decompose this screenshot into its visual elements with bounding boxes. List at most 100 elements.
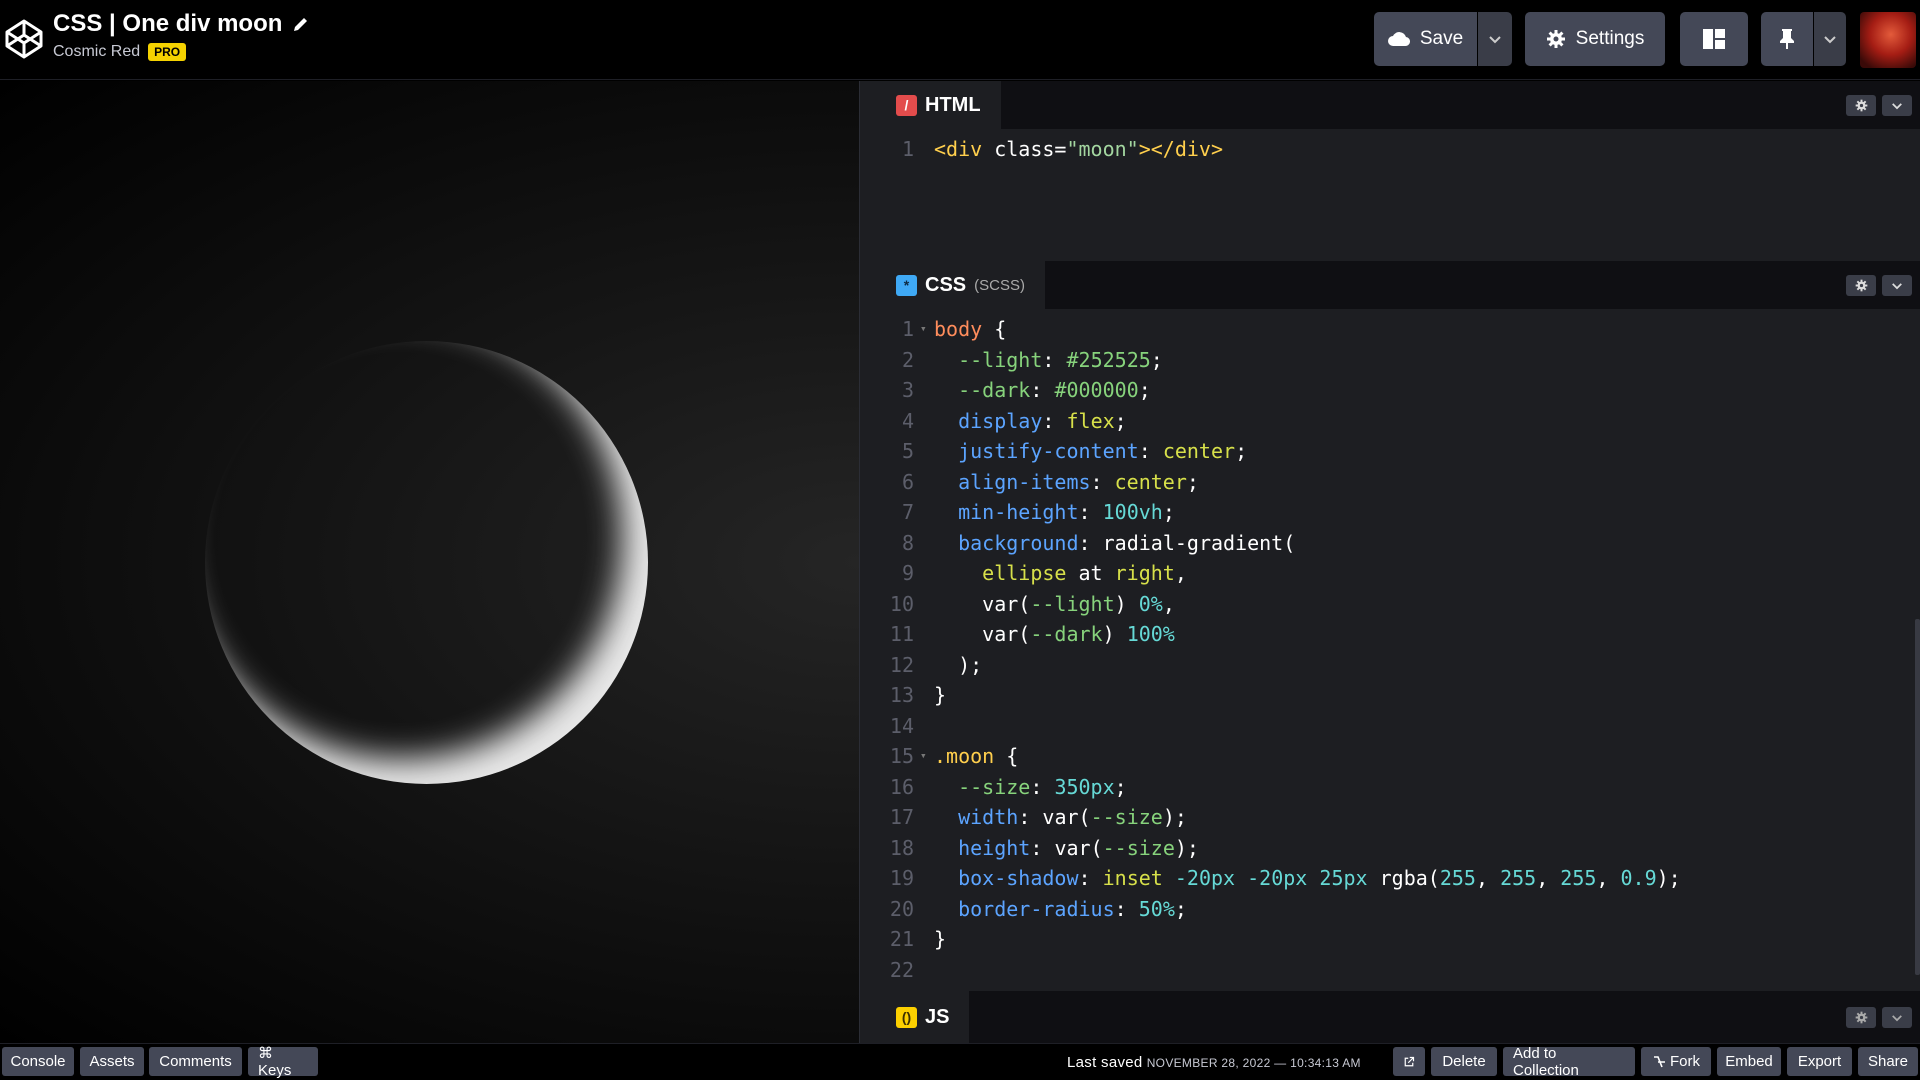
code-line: 8 background: radial-gradient( xyxy=(901,530,1296,555)
js-editor-header: () JS xyxy=(880,991,1920,1043)
code-line: 14 xyxy=(889,713,914,738)
css-collapse-button[interactable] xyxy=(1882,275,1912,296)
js-icon: () xyxy=(896,1006,917,1028)
chevron-down-icon xyxy=(1892,102,1902,109)
pro-badge: PRO xyxy=(148,43,187,61)
codepen-app: CSS | One div moon Cosmic Red PRO Save S… xyxy=(0,0,1920,1080)
html-collapse-button[interactable] xyxy=(1882,95,1912,116)
css-editor[interactable]: * CSS (SCSS) 1 ▾ body { 2 --light: #252525… xyxy=(880,261,1920,991)
js-collapse-button[interactable] xyxy=(1882,1007,1912,1028)
owner-name[interactable]: Cosmic Red xyxy=(53,43,140,61)
code-line: 1 <div class="moon"></div> xyxy=(880,134,1920,165)
css-icon: * xyxy=(896,274,917,296)
code-line: 19 box-shadow: inset -20px -20px 25px rg… xyxy=(889,866,1681,890)
keys-button[interactable]: ⌘ Keys xyxy=(248,1045,318,1079)
css-settings-button[interactable] xyxy=(1846,275,1876,296)
export-button[interactable]: Export xyxy=(1787,1047,1852,1076)
add-to-collection-button[interactable]: Add to Collection xyxy=(1503,1045,1635,1079)
owner-info: Cosmic Red PRO xyxy=(53,43,187,61)
html-tab-label: HTML xyxy=(925,93,981,116)
gear-icon xyxy=(1546,30,1565,48)
html-icon: / xyxy=(896,94,917,116)
html-settings-button[interactable] xyxy=(1846,95,1876,116)
js-editor[interactable]: () JS xyxy=(880,991,1920,1043)
pin-button[interactable] xyxy=(1761,12,1813,66)
pencil-icon[interactable] xyxy=(292,15,310,33)
code-line: 20 border-radius: 50%; xyxy=(889,896,1187,921)
html-editor-header: / HTML xyxy=(880,81,1920,129)
fork-label: Fork xyxy=(1670,1053,1700,1070)
settings-label: Settings xyxy=(1575,28,1645,49)
fold-arrow-icon[interactable]: ▾ xyxy=(920,741,934,772)
fork-icon xyxy=(1654,1055,1665,1067)
resize-gutter[interactable] xyxy=(859,81,880,1043)
html-code[interactable]: 1 <div class="moon"></div> xyxy=(880,129,1920,165)
code-line: 1 ▾ body { xyxy=(880,314,1920,345)
delete-button[interactable]: Delete xyxy=(1431,1047,1497,1076)
tab-css[interactable]: * CSS (SCSS) xyxy=(880,261,1045,309)
fold-arrow-icon[interactable]: ▾ xyxy=(920,314,934,345)
css-scrollbar[interactable] xyxy=(1915,619,1920,975)
pin-options-button[interactable] xyxy=(1814,12,1846,66)
code-line: 21} xyxy=(889,927,947,951)
user-avatar[interactable] xyxy=(1860,12,1916,68)
pin-icon xyxy=(1780,29,1794,49)
html-editor[interactable]: / HTML 1 <div class="moon"></div> xyxy=(880,81,1920,261)
code-line: 17 width: var(--size); xyxy=(889,805,1187,829)
console-button[interactable]: Console xyxy=(2,1047,74,1076)
code-line: 2 --light: #252525; xyxy=(901,347,1163,372)
css-code[interactable]: 1 ▾ body { 2 --light: #252525; 3 --dark: #… xyxy=(880,309,1920,985)
external-link-icon xyxy=(1404,1056,1415,1066)
layout-icon xyxy=(1703,29,1725,49)
code-line: 3 --dark: #000000; xyxy=(901,378,1151,402)
chevron-down-icon xyxy=(1892,282,1902,289)
cloud-icon xyxy=(1387,32,1410,47)
moon-render xyxy=(205,341,648,784)
gear-icon xyxy=(1855,279,1867,292)
css-tab-label: CSS xyxy=(925,273,967,296)
embed-button[interactable]: Embed xyxy=(1717,1047,1781,1076)
footer: Console Assets Comments ⌘ Keys Last save… xyxy=(0,1043,1920,1080)
save-label: Save xyxy=(1419,28,1464,49)
code-line: 5 justify-content: center; xyxy=(901,439,1248,463)
save-button[interactable]: Save xyxy=(1374,12,1477,66)
pen-title-text[interactable]: CSS | One div moon xyxy=(53,10,282,38)
gear-icon xyxy=(1855,1011,1867,1024)
code-line: 7 min-height: 100vh; xyxy=(901,500,1175,524)
js-tab-label: JS xyxy=(925,1005,950,1028)
chevron-down-icon xyxy=(1489,35,1501,43)
codepen-logo-icon[interactable] xyxy=(4,18,44,60)
tab-html[interactable]: / HTML xyxy=(880,81,1001,129)
header: CSS | One div moon Cosmic Red PRO Save S… xyxy=(0,0,1920,80)
last-saved-label: Last saved xyxy=(1067,1054,1143,1071)
gear-icon xyxy=(1855,99,1867,112)
code-line: 13} xyxy=(889,683,947,707)
share-button[interactable]: Share xyxy=(1858,1047,1918,1076)
chevron-down-icon xyxy=(1892,1014,1902,1021)
css-tab-preprocessor: (SCSS) xyxy=(974,276,1025,294)
assets-button[interactable]: Assets xyxy=(80,1047,144,1076)
chevron-down-icon xyxy=(1824,35,1836,43)
code-line: 18 height: var(--size); xyxy=(889,835,1199,860)
change-view-button[interactable] xyxy=(1680,12,1748,66)
tab-js[interactable]: () JS xyxy=(880,991,970,1043)
save-options-button[interactable] xyxy=(1478,12,1512,66)
code-line: 12 ); xyxy=(889,652,983,677)
code-line: 11 var(--dark) 100% xyxy=(889,622,1175,646)
css-editor-header: * CSS (SCSS) xyxy=(880,261,1920,309)
comments-button[interactable]: Comments xyxy=(149,1047,242,1076)
code-line: 6 align-items: center; xyxy=(901,469,1199,494)
result-preview[interactable] xyxy=(0,81,859,1043)
code-line: 4 display: flex; xyxy=(901,408,1127,433)
js-settings-button[interactable] xyxy=(1846,1007,1876,1028)
code-line: 9 ellipse at right, xyxy=(901,561,1187,585)
settings-button[interactable]: Settings xyxy=(1525,12,1665,66)
code-line: 22 xyxy=(889,957,914,982)
code-line: 16 --size: 350px; xyxy=(889,774,1127,799)
code-text: <div class="moon"></div> xyxy=(934,137,1224,161)
fork-button[interactable]: Fork xyxy=(1641,1047,1711,1076)
code-line: 15 ▾ .moon { xyxy=(880,741,1920,772)
last-saved-status: Last saved NOVEMBER 28, 2022 — 10:34:13 … xyxy=(1067,1054,1361,1071)
pen-title[interactable]: CSS | One div moon xyxy=(53,10,310,38)
open-external-button[interactable] xyxy=(1393,1047,1425,1076)
